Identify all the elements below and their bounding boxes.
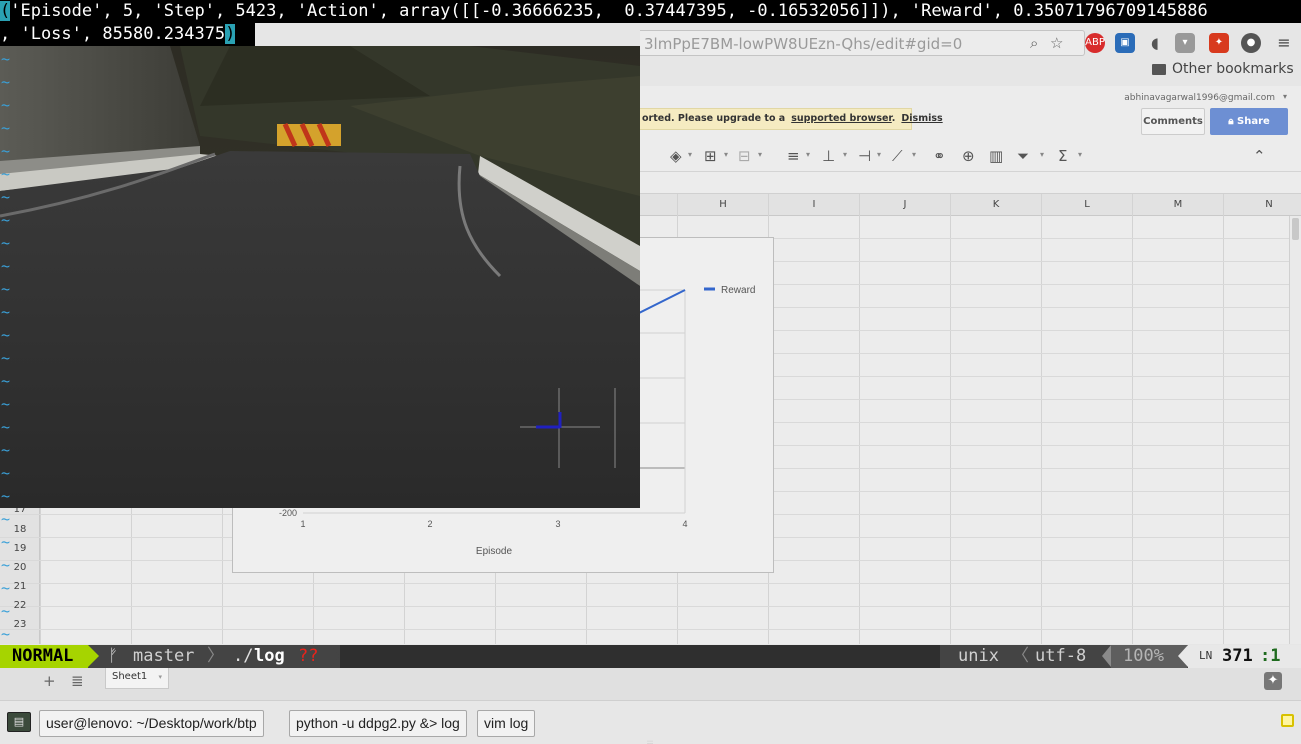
column-header[interactable]: L bbox=[1042, 199, 1132, 210]
bookmark-star-icon[interactable]: ☆ bbox=[1050, 34, 1063, 52]
explore-icon[interactable]: ✦ bbox=[1264, 672, 1282, 690]
other-bookmarks[interactable]: Other bookmarks bbox=[1172, 61, 1294, 77]
banner-text: orted. Please upgrade to a bbox=[642, 113, 786, 124]
column-header[interactable]: N bbox=[1224, 199, 1301, 210]
x-tick-label: 4 bbox=[682, 519, 687, 529]
fill-color-icon[interactable]: ◈ bbox=[670, 147, 682, 165]
extension-rocket-icon[interactable]: ✦ bbox=[1209, 33, 1229, 53]
x-axis-label: Episode bbox=[476, 546, 513, 557]
bookmarks-bar: Other bookmarks bbox=[640, 58, 1301, 84]
vertical-scrollbar[interactable] bbox=[1289, 216, 1301, 644]
chevron-down-icon[interactable]: ▾ bbox=[158, 667, 162, 687]
chrome-menu-icon[interactable]: ≡ bbox=[1274, 33, 1294, 53]
add-sheet-icon[interactable]: + bbox=[43, 672, 56, 690]
reward-chart[interactable]: Reward -200 1 2 3 4 Episode bbox=[232, 237, 774, 573]
sheets-header: abhinavagarwal1996@gmail.com ▾ orted. Pl… bbox=[640, 86, 1301, 140]
scrollbar-thumb[interactable] bbox=[1292, 218, 1299, 240]
text-rotate-icon[interactable]: ⟋ bbox=[892, 147, 903, 165]
insert-comment-icon[interactable]: ⊕ bbox=[962, 147, 975, 165]
share-button[interactable]: 🔒︎ Share bbox=[1210, 108, 1288, 135]
column-header[interactable]: K bbox=[951, 199, 1041, 210]
taskbar: ▤ user@lenovo: ~/Desktop/work/btp python… bbox=[0, 700, 1301, 744]
sheet-tabs-bar: + ≣ Sheet1 ▾ ✦ bbox=[0, 667, 1301, 700]
browser-window: 3lmPpE7BM-lowPW8UEzn-Qhs/edit#gid=0 ⌕ ☆ … bbox=[0, 0, 1301, 700]
all-sheets-icon[interactable]: ≣ bbox=[71, 672, 84, 690]
show-desktop-icon[interactable]: ▤ bbox=[7, 712, 31, 732]
row-header[interactable]: 18 bbox=[0, 524, 40, 535]
chart-gridlines bbox=[303, 289, 686, 514]
insert-chart-icon[interactable]: ▥ bbox=[989, 147, 1003, 165]
row-header[interactable]: 17 bbox=[0, 504, 40, 515]
sheet-tab[interactable]: Sheet1 ▾ bbox=[105, 667, 169, 689]
user-email[interactable]: abhinavagarwal1996@gmail.com bbox=[1124, 93, 1275, 103]
notification-icon[interactable] bbox=[1281, 714, 1294, 727]
column-header[interactable]: J bbox=[860, 199, 950, 210]
task-vim-log[interactable]: vim log bbox=[477, 710, 536, 737]
text-wrap-icon[interactable]: ⊣ bbox=[858, 147, 871, 165]
row-header[interactable]: 19 bbox=[0, 543, 40, 554]
chart-legend: Reward bbox=[704, 285, 755, 296]
chart-svg: Reward -200 1 2 3 4 Episode bbox=[279, 285, 755, 557]
vertical-align-icon[interactable]: ⊥ bbox=[822, 147, 835, 165]
y-tick-label: -200 bbox=[279, 508, 297, 518]
extension-inbox-icon[interactable]: ▾ bbox=[1175, 33, 1195, 53]
row-header[interactable]: 23 bbox=[0, 619, 40, 630]
collapse-toolbar-icon[interactable]: ⌃ bbox=[1253, 147, 1266, 165]
x-tick-label: 2 bbox=[427, 519, 432, 529]
row-header[interactable]: 20 bbox=[0, 562, 40, 573]
address-bar[interactable]: 3lmPpE7BM-lowPW8UEzn-Qhs/edit#gid=0 ⌕ ☆ bbox=[640, 30, 1085, 56]
dismiss-link[interactable]: Dismiss bbox=[901, 113, 942, 124]
merge-cells-icon[interactable]: ⊟ bbox=[738, 147, 751, 165]
comments-button[interactable]: Comments bbox=[1141, 108, 1205, 135]
chevron-down-icon[interactable]: ▾ bbox=[1283, 92, 1287, 101]
supported-browser-link[interactable]: supported browser bbox=[791, 113, 892, 124]
column-header[interactable]: H bbox=[678, 199, 768, 210]
extension-camera-icon[interactable]: ● bbox=[1241, 33, 1261, 53]
column-header[interactable]: M bbox=[1133, 199, 1223, 210]
url-text: 3lmPpE7BM-lowPW8UEzn-Qhs/edit#gid=0 bbox=[644, 35, 963, 53]
borders-icon[interactable]: ⊞ bbox=[704, 147, 717, 165]
unsupported-browser-banner: orted. Please upgrade to a supported bro… bbox=[640, 108, 943, 130]
link-icon[interactable]: ⚭ bbox=[933, 147, 946, 165]
task-python-ddpg[interactable]: python -u ddpg2.py &> log bbox=[289, 710, 467, 737]
sheet-tab-label: Sheet1 bbox=[112, 671, 148, 682]
extension-sound-icon[interactable]: ◖ bbox=[1145, 33, 1165, 53]
extensions-bar: ABP ▣ ◖ ▾ ✦ ● ≡ bbox=[1085, 30, 1301, 56]
align-left-icon[interactable]: ≡ bbox=[787, 147, 800, 165]
column-header-row: H I J K L M N bbox=[0, 194, 1301, 216]
adblock-icon[interactable]: ABP bbox=[1085, 33, 1105, 53]
sheets-toolbar: ◈ ▾ ⊞ ▾ ⊟ ▾ ≡ ▾ ⊥ ▾ ⊣ ▾ ⟋ ▾ ⚭ ⊕ ▥ ⏷ ▾ Σ ▾ ⌃ bbox=[640, 140, 1301, 172]
row-header[interactable]: 22 bbox=[0, 600, 40, 611]
reward-series-line bbox=[632, 289, 686, 317]
folder-icon bbox=[1152, 64, 1166, 75]
formula-bar[interactable] bbox=[640, 172, 1301, 194]
zoom-search-icon[interactable]: ⌕ bbox=[1030, 34, 1038, 52]
filter-icon[interactable]: ⏷ bbox=[1017, 147, 1029, 165]
extension-screen-icon[interactable]: ▣ bbox=[1115, 33, 1135, 53]
share-label: Share bbox=[1237, 116, 1270, 127]
column-header[interactable]: I bbox=[769, 199, 859, 210]
lock-icon: 🔒︎ bbox=[1228, 116, 1237, 127]
row-header[interactable]: 21 bbox=[0, 581, 40, 592]
task-terminal-btp[interactable]: user@lenovo: ~/Desktop/work/btp bbox=[39, 710, 264, 737]
x-tick-label: 3 bbox=[555, 519, 560, 529]
panel-grip: ::: bbox=[647, 739, 654, 744]
row-header-column bbox=[0, 216, 40, 644]
x-tick-label: 1 bbox=[300, 519, 305, 529]
functions-icon[interactable]: Σ bbox=[1058, 147, 1067, 165]
legend-label-reward: Reward bbox=[721, 285, 755, 296]
